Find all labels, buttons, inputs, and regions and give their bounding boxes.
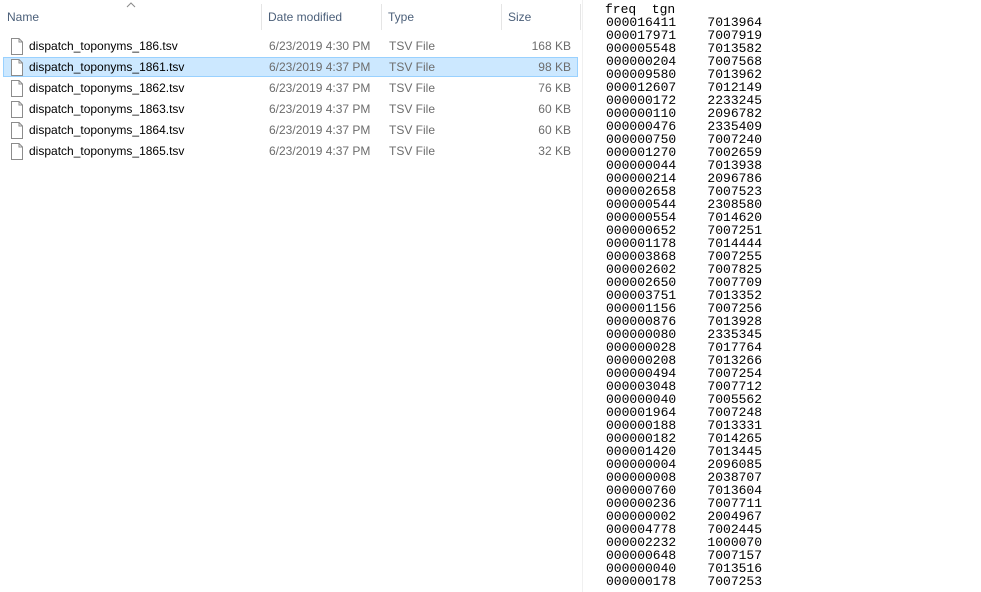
file-name: dispatch_toponyms_1862.tsv — [29, 81, 185, 95]
file-date-modified: 6/23/2019 4:30 PM — [269, 39, 371, 53]
file-type: TSV File — [389, 102, 436, 116]
file-row[interactable]: dispatch_toponyms_1861.tsv 6/23/2019 4:37… — [3, 57, 578, 77]
column-header-type[interactable]: Type — [388, 0, 414, 34]
file-name: dispatch_toponyms_1864.tsv — [29, 123, 185, 137]
column-divider[interactable] — [261, 4, 262, 30]
file-size: 76 KB — [538, 81, 571, 95]
file-name: dispatch_toponyms_186.tsv — [29, 39, 178, 53]
data-line: 000000178 7007253 — [606, 574, 763, 589]
file-size: 32 KB — [538, 144, 571, 158]
document-icon — [11, 59, 23, 76]
column-header-size[interactable]: Size — [508, 0, 531, 34]
file-type: TSV File — [389, 123, 436, 137]
file-row[interactable]: dispatch_toponyms_1863.tsv 6/23/2019 4:37… — [3, 99, 578, 119]
file-date-modified: 6/23/2019 4:37 PM — [269, 144, 371, 158]
data-lines: 000016411 7013964 000017971 7007919 000005… — [606, 16, 762, 588]
text-viewer: freq tgn 000016411 7013964 000017971 7007… — [600, 0, 981, 592]
file-size: 98 KB — [538, 60, 571, 74]
document-icon — [11, 143, 23, 160]
document-icon — [11, 38, 23, 55]
file-type: TSV File — [389, 60, 436, 74]
file-row[interactable]: dispatch_toponyms_1862.tsv 6/23/2019 4:37… — [3, 78, 578, 98]
file-size: 60 KB — [538, 123, 571, 137]
file-name: dispatch_toponyms_1865.tsv — [29, 144, 185, 158]
file-type: TSV File — [389, 144, 436, 158]
document-icon — [11, 101, 23, 118]
file-size: 168 KB — [531, 39, 571, 53]
file-size: 60 KB — [538, 102, 571, 116]
file-type: TSV File — [389, 39, 436, 53]
file-row[interactable]: dispatch_toponyms_1865.tsv 6/23/2019 4:37… — [3, 141, 578, 161]
document-icon — [11, 122, 23, 139]
column-header-bar: Name Date modified Type Size — [0, 0, 582, 34]
column-divider[interactable] — [580, 4, 581, 30]
file-name: dispatch_toponyms_1863.tsv — [29, 102, 185, 116]
file-date-modified: 6/23/2019 4:37 PM — [269, 60, 371, 74]
file-date-modified: 6/23/2019 4:37 PM — [269, 123, 371, 137]
file-name: dispatch_toponyms_1861.tsv — [29, 60, 185, 74]
file-row[interactable]: dispatch_toponyms_186.tsv 6/23/2019 4:30 … — [3, 36, 578, 56]
column-divider[interactable] — [381, 4, 382, 30]
file-explorer-pane: Name Date modified Type Size dispatch_to… — [0, 0, 582, 592]
sort-ascending-icon — [126, 2, 136, 8]
column-header-name[interactable]: Name — [7, 0, 39, 34]
file-date-modified: 6/23/2019 4:37 PM — [269, 81, 371, 95]
file-date-modified: 6/23/2019 4:37 PM — [269, 102, 371, 116]
pane-divider[interactable] — [582, 0, 583, 592]
column-divider[interactable] — [501, 4, 502, 30]
file-type: TSV File — [389, 81, 436, 95]
file-row[interactable]: dispatch_toponyms_1864.tsv 6/23/2019 4:37… — [3, 120, 578, 140]
document-icon — [11, 80, 23, 97]
column-header-date-modified[interactable]: Date modified — [268, 0, 342, 34]
